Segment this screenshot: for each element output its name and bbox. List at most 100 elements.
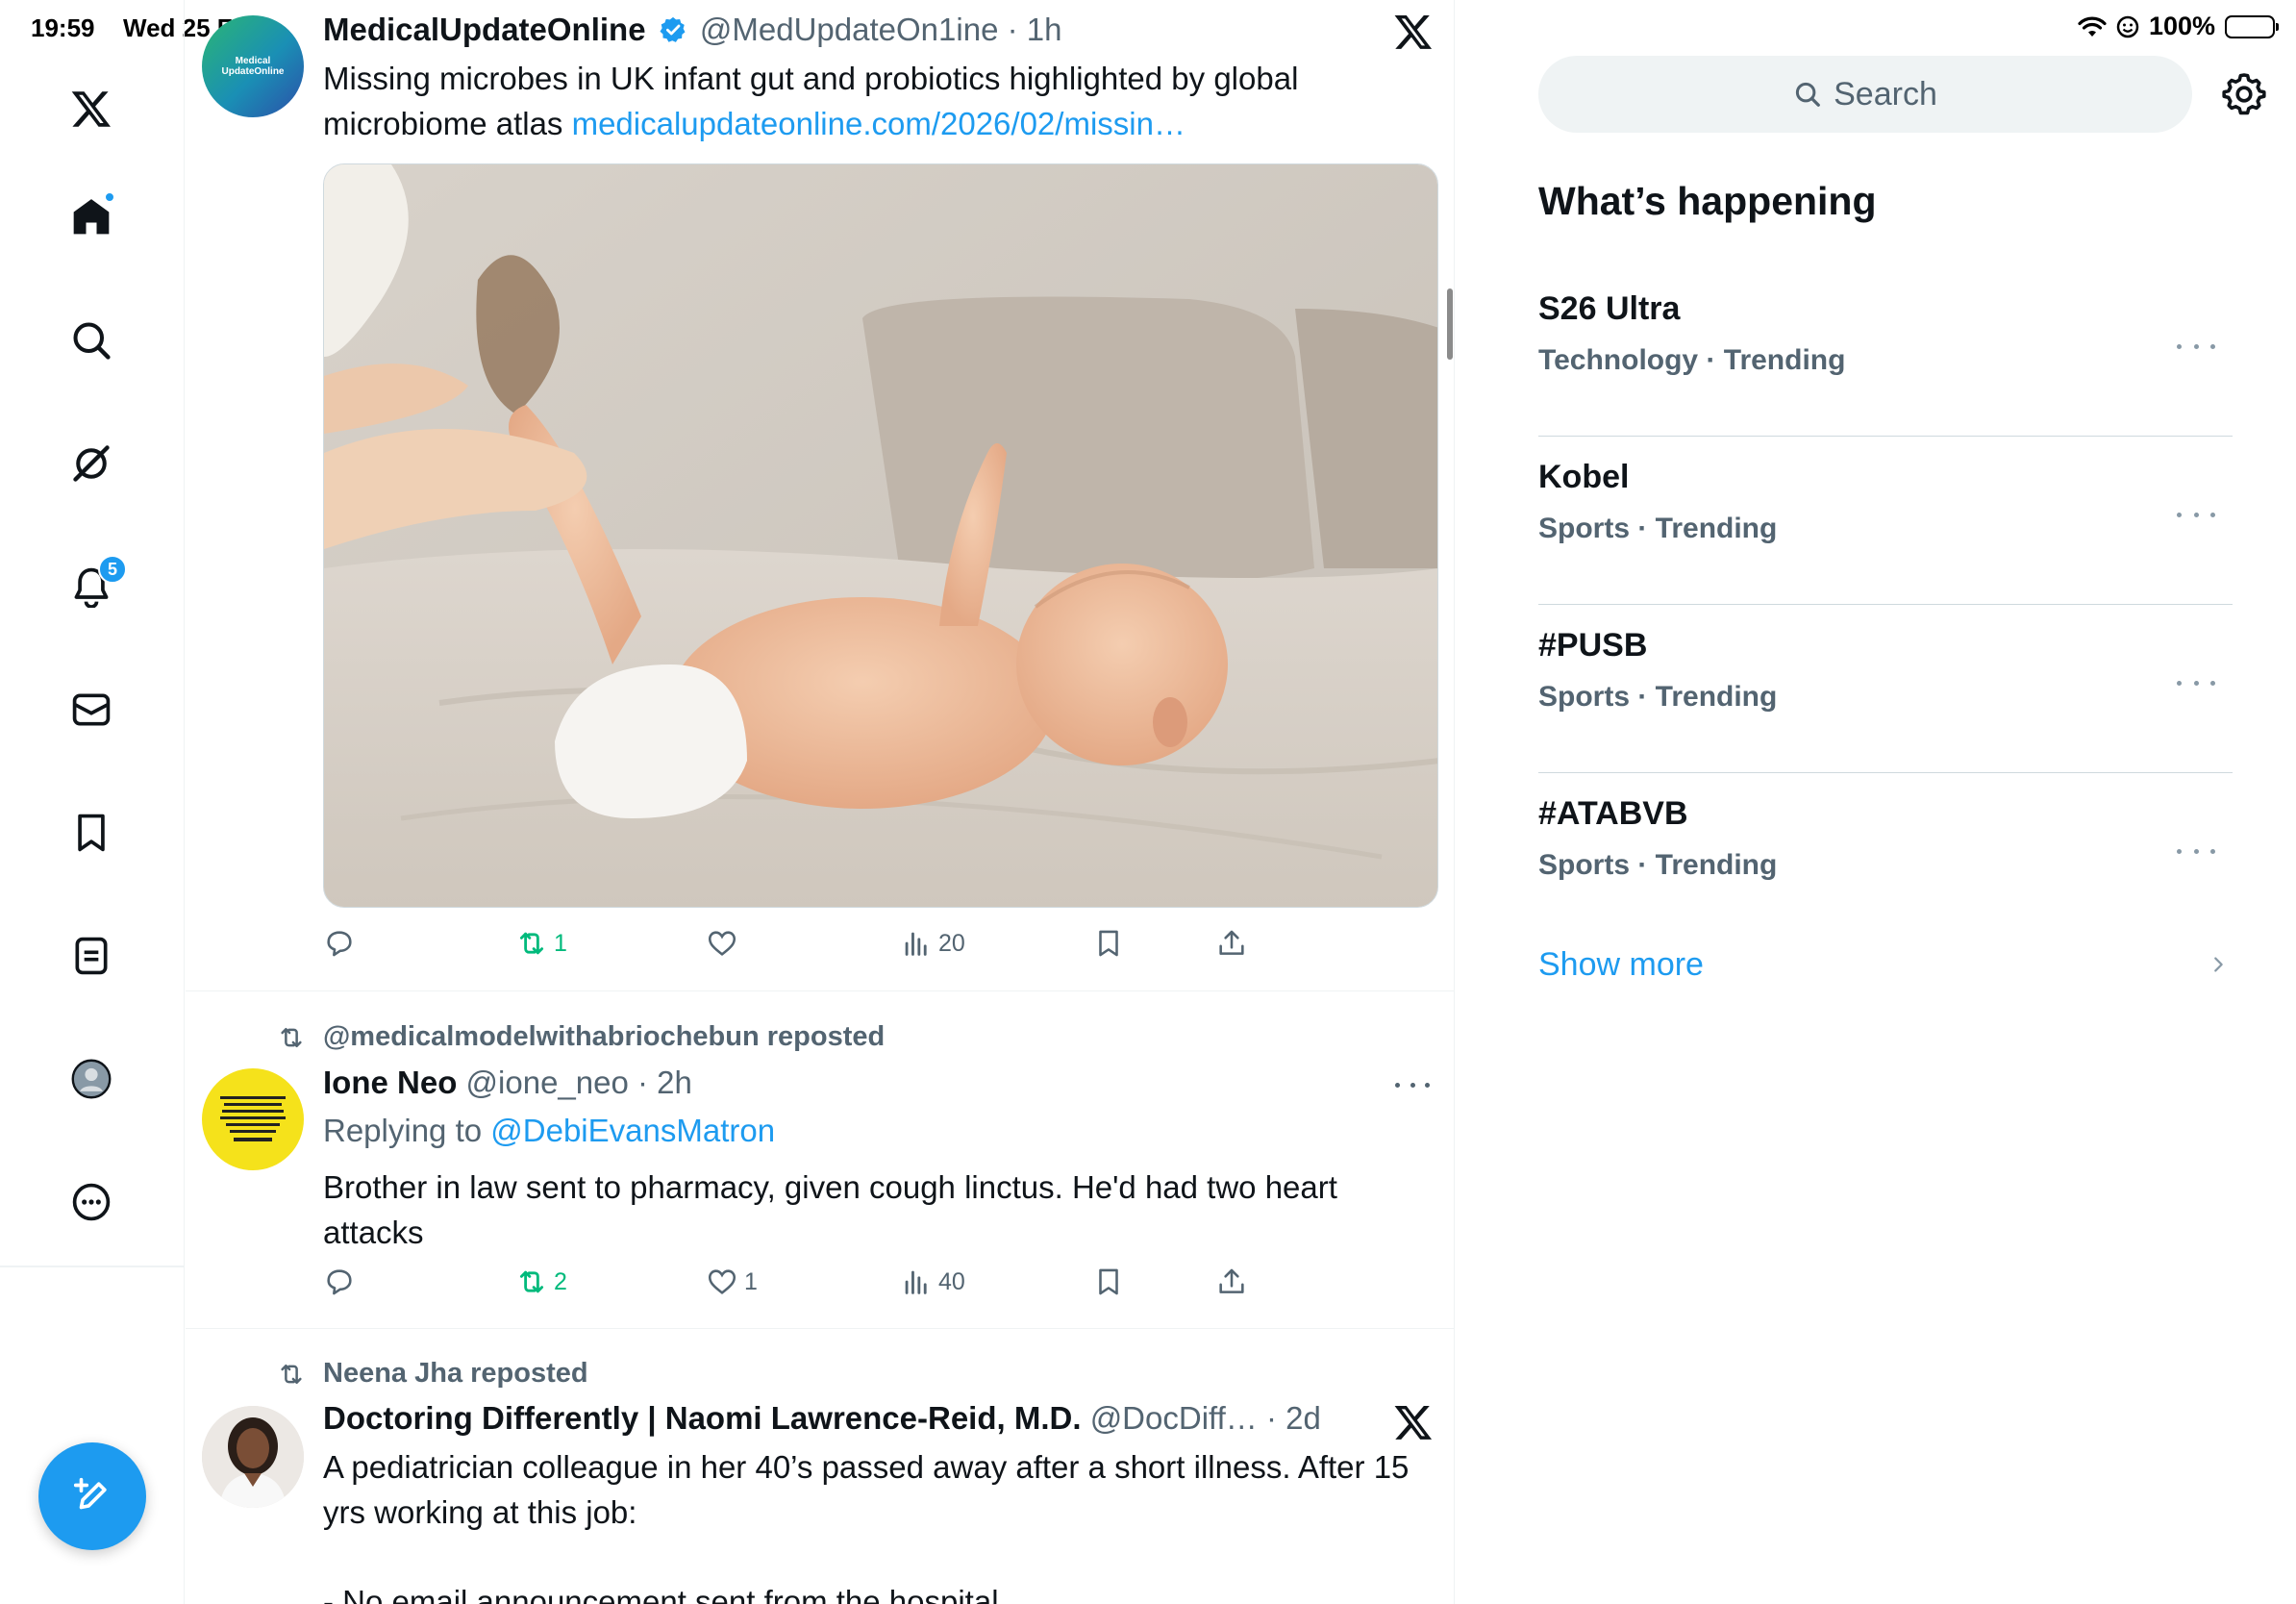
verified-badge-icon xyxy=(660,16,686,42)
messages-mail-icon[interactable] xyxy=(63,682,119,738)
repost-icon xyxy=(519,1270,544,1293)
focus-smiley-icon xyxy=(2116,15,2139,38)
views-chart-icon xyxy=(905,932,927,956)
repost-icon xyxy=(519,932,544,955)
search-placeholder: Search xyxy=(1834,75,1937,113)
trend-meta: Sports · Trending xyxy=(1538,681,1778,713)
views-button[interactable]: 20 xyxy=(900,927,965,960)
baby-photo xyxy=(324,164,1437,907)
tweet-media-image[interactable] xyxy=(323,163,1438,908)
trend-title: #ATABVB xyxy=(1538,795,1688,832)
heart-icon xyxy=(708,931,736,956)
trend-item[interactable]: Kobel Sports · Trending xyxy=(1538,438,2233,605)
tweet-text: Missing microbes in UK infant gut and pr… xyxy=(323,61,1299,141)
author-handle[interactable]: @ione_neo xyxy=(466,1065,629,1100)
tweet-text-continued: - No email announcement sent from the ho… xyxy=(323,1584,999,1604)
notifications-bell-icon[interactable]: 5 xyxy=(63,555,127,614)
replying-to: Replying to @DebiEvansMatron xyxy=(323,1113,776,1148)
home-icon[interactable] xyxy=(63,189,119,245)
trend-title: Kobel xyxy=(1538,459,1630,495)
author-name[interactable]: Doctoring Differently | Naomi Lawrence-R… xyxy=(323,1400,1082,1436)
tweet-text: Brother in law sent to pharmacy, given c… xyxy=(323,1169,1337,1250)
tweet[interactable]: Neena Jha reposted Doctoring Differently… xyxy=(186,1329,1454,1604)
post-time: · 2h xyxy=(637,1065,692,1100)
compose-feather-icon xyxy=(73,1477,107,1510)
repost-button[interactable]: 1 xyxy=(515,927,567,960)
views-button[interactable]: 40 xyxy=(900,1266,965,1298)
lists-icon[interactable] xyxy=(63,928,119,984)
battery-percent: 100% xyxy=(2148,12,2215,40)
trend-more-button[interactable] xyxy=(2177,505,2215,524)
trend-item[interactable]: #PUSB Sports · Trending xyxy=(1538,606,2233,773)
trend-item[interactable]: S26 Ultra Technology · Trending xyxy=(1538,269,2233,437)
author-handle[interactable]: @MedUpdateOn1ine xyxy=(700,12,999,47)
trend-meta: Technology · Trending xyxy=(1538,344,1846,376)
trend-more-button[interactable] xyxy=(2177,841,2215,861)
status-indicators: 100% xyxy=(2078,12,2279,41)
tweet-actions: 2 1 40 xyxy=(323,1266,1285,1304)
chevron-right-icon[interactable] xyxy=(2208,954,2229,975)
like-button[interactable] xyxy=(706,927,738,960)
author-name[interactable]: MedicalUpdateOnline xyxy=(323,12,646,47)
timeline-feed: Medical UpdateOnline MedicalUpdateOnline… xyxy=(186,0,1455,1604)
x-logo-icon xyxy=(1394,15,1433,49)
author-handle[interactable]: @DocDiff… xyxy=(1090,1400,1258,1436)
reply-icon xyxy=(327,1269,352,1295)
bookmark-button[interactable] xyxy=(1092,1266,1125,1298)
home-unread-dot xyxy=(104,191,115,203)
more-options-icon[interactable] xyxy=(63,1174,119,1230)
search-icon[interactable] xyxy=(63,313,119,368)
tweet-more-button[interactable] xyxy=(1391,1070,1434,1099)
whats-happening-title: What’s happening xyxy=(1538,179,1877,223)
tweet[interactable]: Medical UpdateOnline MedicalUpdateOnline… xyxy=(186,0,1454,991)
tweet-actions: 1 20 xyxy=(323,927,1285,965)
like-button[interactable]: 1 xyxy=(706,1266,758,1298)
avatar[interactable] xyxy=(202,1068,304,1170)
avatar-photo xyxy=(202,1406,304,1508)
x-logo-icon xyxy=(1394,1406,1433,1440)
trend-item[interactable]: #ATABVB Sports · Trending xyxy=(1538,774,2233,941)
repost-context: Neena Jha reposted xyxy=(277,1358,588,1390)
repost-icon xyxy=(281,1027,302,1047)
post-time: · 1h xyxy=(1007,12,1062,47)
heart-icon xyxy=(708,1269,736,1294)
trend-more-button[interactable] xyxy=(2177,673,2215,692)
nav-divider xyxy=(0,1266,185,1267)
reply-to-link[interactable]: @DebiEvansMatron xyxy=(490,1113,775,1148)
compose-post-button[interactable] xyxy=(38,1442,146,1550)
avatar-text-graphic xyxy=(220,1096,286,1141)
trend-meta: Sports · Trending xyxy=(1538,513,1778,544)
repost-button[interactable]: 2 xyxy=(515,1266,567,1298)
left-nav: 5 xyxy=(0,0,185,1604)
grok-icon[interactable] xyxy=(63,436,119,491)
share-icon xyxy=(1219,930,1244,955)
trend-title: #PUSB xyxy=(1538,627,1648,664)
views-chart-icon xyxy=(905,1270,927,1294)
profile-avatar-icon[interactable] xyxy=(63,1051,119,1107)
tweet-link[interactable]: medicalupdateonline.com/2026/02/missin… xyxy=(572,106,1185,141)
search-input[interactable]: Search xyxy=(1538,56,2192,133)
reply-icon xyxy=(327,931,352,957)
bookmark-icon xyxy=(1099,930,1118,957)
reply-button[interactable] xyxy=(323,1266,356,1298)
trend-title: S26 Ultra xyxy=(1538,290,1681,327)
share-button[interactable] xyxy=(1215,927,1248,960)
repost-icon xyxy=(281,1364,302,1384)
x-logo-icon[interactable] xyxy=(63,81,119,137)
avatar[interactable] xyxy=(202,1406,304,1508)
tweet-text: A pediatrician colleague in her 40’s pas… xyxy=(323,1449,1410,1530)
trend-more-button[interactable] xyxy=(2177,337,2215,356)
tweet-header: Ione Neo @ione_neo · 2h xyxy=(323,1065,692,1101)
tweet[interactable]: @medicalmodelwithabriochebun reposted Io… xyxy=(186,991,1454,1329)
bookmark-button[interactable] xyxy=(1092,927,1125,960)
settings-gear-icon[interactable] xyxy=(2221,71,2267,117)
author-name[interactable]: Ione Neo xyxy=(323,1065,457,1100)
notification-count-badge: 5 xyxy=(98,555,127,584)
avatar[interactable]: Medical UpdateOnline xyxy=(202,15,304,117)
bookmarks-icon[interactable] xyxy=(63,805,119,861)
share-button[interactable] xyxy=(1215,1266,1248,1298)
reply-button[interactable] xyxy=(323,927,356,960)
tweet-header: MedicalUpdateOnline @MedUpdateOn1ine · 1… xyxy=(323,12,1061,48)
battery-icon xyxy=(2225,14,2279,38)
show-more-link[interactable]: Show more xyxy=(1538,946,1704,984)
